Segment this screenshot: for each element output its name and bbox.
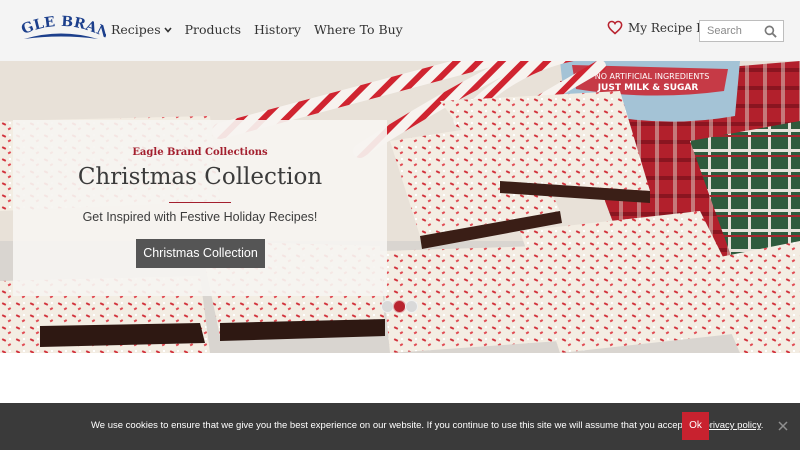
chevron-down-icon: [164, 26, 172, 33]
search-icon[interactable]: [764, 25, 777, 38]
search-box: [699, 20, 784, 42]
promo-subtitle: Get Inspired with Festive Holiday Recipe…: [82, 210, 318, 224]
nav-recipes-label: Recipes: [111, 22, 161, 37]
cookie-consent-bar: We use cookies to ensure that we give yo…: [0, 403, 800, 450]
nav-recipes[interactable]: Recipes: [111, 22, 172, 37]
nav-history-label: History: [254, 22, 301, 37]
cookie-message: We use cookies to ensure that we give yo…: [91, 420, 763, 431]
close-icon[interactable]: [776, 419, 790, 433]
nav-history[interactable]: History: [254, 22, 301, 37]
privacy-policy-link[interactable]: privacy policy: [704, 420, 760, 431]
hero-carousel: NO ARTIFICIAL INGREDIENTS JUST MILK & SU…: [0, 61, 800, 353]
promo-title: Christmas Collection: [77, 164, 323, 190]
promo-divider: [169, 202, 231, 203]
promo-eyebrow: Eagle Brand Collections: [132, 147, 268, 158]
site-header: EAGLE BRAND Recipes Products History Whe…: [0, 0, 800, 61]
eagle-brand-logo[interactable]: EAGLE BRAND: [16, 12, 106, 48]
carousel-dots: [381, 300, 418, 313]
cookie-message-trailing: .: [760, 420, 764, 431]
nav-where-to-buy[interactable]: Where To Buy: [314, 22, 403, 37]
carousel-dot-3[interactable]: [405, 300, 418, 313]
nav-where-to-buy-label: Where To Buy: [313, 22, 403, 37]
heart-icon: [607, 20, 623, 35]
cookie-ok-button[interactable]: Ok: [682, 412, 709, 440]
cookie-message-text: We use cookies to ensure that we give yo…: [91, 420, 702, 431]
nav-products-label: Products: [184, 22, 242, 37]
promo-card: Eagle Brand Collections Christmas Collec…: [13, 120, 387, 296]
christmas-collection-button[interactable]: Christmas Collection: [136, 239, 265, 268]
nav-products[interactable]: Products: [185, 22, 241, 37]
search-input[interactable]: [700, 21, 762, 41]
jar-label-line1: NO ARTIFICIAL INGREDIENTS: [595, 72, 710, 81]
main-nav: Recipes Products History Where To Buy: [111, 22, 403, 37]
